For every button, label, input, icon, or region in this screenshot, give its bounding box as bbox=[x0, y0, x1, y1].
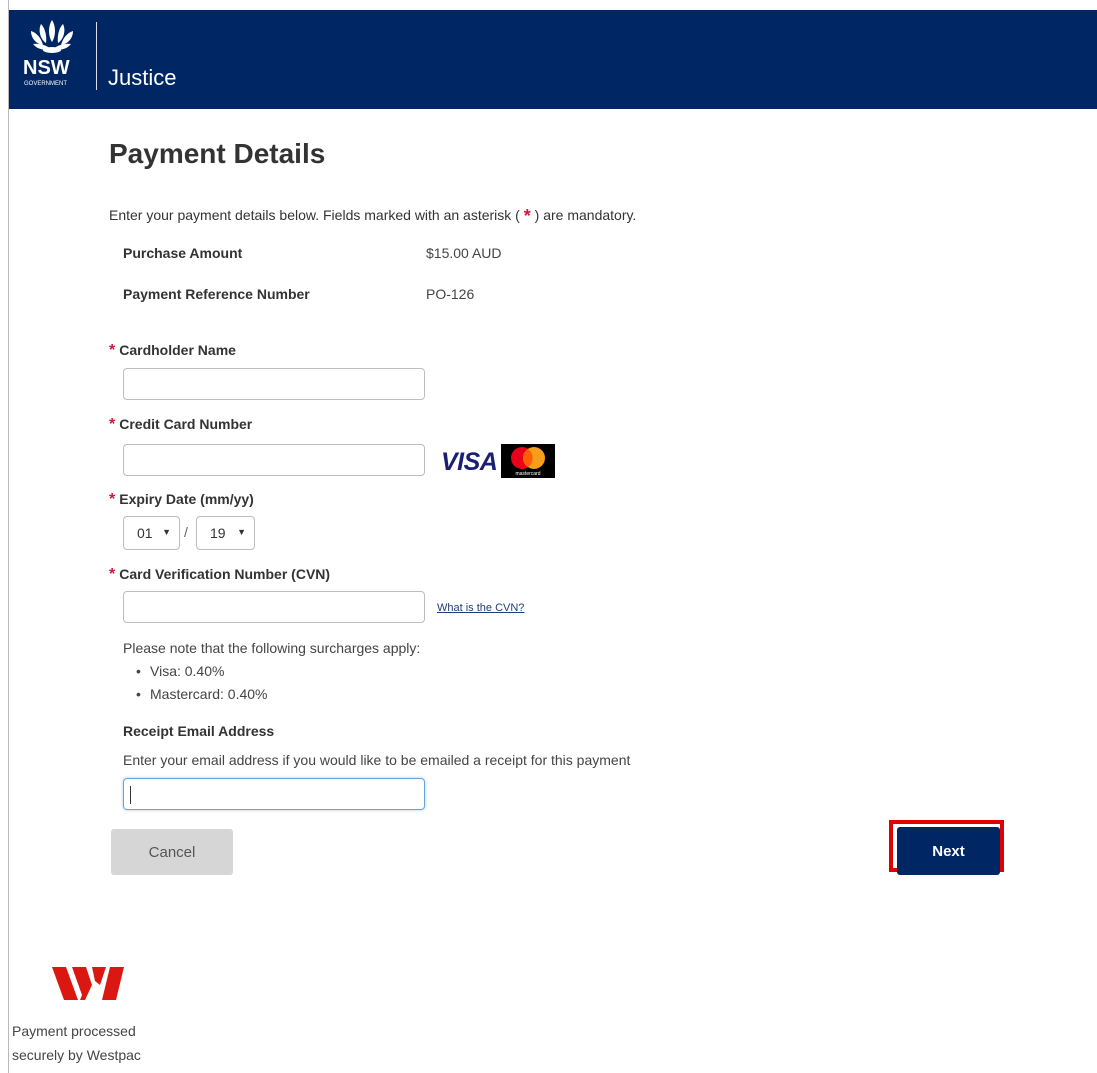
chevron-down-icon: ▼ bbox=[162, 527, 171, 537]
list-item: Visa: 0.40% bbox=[150, 663, 268, 686]
payment-reference-value: PO-126 bbox=[426, 286, 475, 302]
expiry-month-select[interactable]: 01 ▼ bbox=[123, 516, 180, 550]
westpac-logo bbox=[52, 967, 124, 1000]
cvn-input[interactable] bbox=[123, 591, 425, 623]
nsw-government-logo[interactable]: NSW GOVERNMENT bbox=[21, 14, 83, 106]
header-divider bbox=[96, 22, 97, 90]
required-asterisk: * bbox=[109, 491, 116, 508]
surcharge-note: Please note that the following surcharge… bbox=[123, 640, 421, 656]
cardholder-name-input[interactable] bbox=[123, 368, 425, 400]
cvn-label: * Card Verification Number (CVN) bbox=[109, 566, 330, 584]
required-asterisk: * bbox=[109, 566, 116, 583]
visa-logo: VISA bbox=[441, 448, 498, 476]
what-is-cvn-link[interactable]: What is the CVN? bbox=[437, 602, 524, 614]
card-number-label-text: Credit Card Number bbox=[119, 416, 253, 432]
nsw-logo-text: NSW bbox=[23, 57, 70, 79]
expiry-month-value: 01 bbox=[137, 525, 153, 541]
intro-text-end: ) are mandatory. bbox=[530, 207, 637, 223]
expiry-separator: / bbox=[184, 524, 188, 540]
cancel-button[interactable]: Cancel bbox=[111, 829, 233, 875]
cvn-label-text: Card Verification Number (CVN) bbox=[119, 566, 331, 582]
mastercard-logo: mastercard bbox=[501, 444, 555, 478]
site-header: NSW GOVERNMENT Justice bbox=[9, 10, 1097, 109]
receipt-email-label: Receipt Email Address bbox=[123, 723, 275, 739]
page-title: Payment Details bbox=[109, 138, 326, 169]
cardholder-name-label-text: Cardholder Name bbox=[119, 342, 236, 358]
surcharge-list: Visa: 0.40% Mastercard: 0.40% bbox=[150, 663, 268, 709]
receipt-email-input[interactable] bbox=[123, 778, 425, 810]
expiry-year-select[interactable]: 19 ▼ bbox=[196, 516, 255, 550]
required-asterisk: * bbox=[523, 206, 531, 226]
footer-line-1: Payment processed bbox=[12, 1023, 136, 1039]
purchase-amount-value: $15.00 AUD bbox=[426, 245, 502, 261]
text-cursor bbox=[130, 786, 131, 804]
footer-line-2: securely by Westpac bbox=[12, 1047, 141, 1063]
required-asterisk: * bbox=[109, 416, 116, 433]
cardholder-name-label: * Cardholder Name bbox=[109, 342, 236, 360]
intro-text: Enter your payment details below. Fields… bbox=[109, 206, 636, 227]
summary-row-payment-reference: Payment Reference Number PO-126 bbox=[123, 286, 474, 302]
list-item: Mastercard: 0.40% bbox=[150, 686, 268, 709]
chevron-down-icon: ▼ bbox=[237, 527, 246, 537]
intro-text-start: Enter your payment details below. Fields… bbox=[109, 207, 524, 223]
card-number-input[interactable] bbox=[123, 444, 425, 476]
required-asterisk: * bbox=[109, 342, 116, 359]
receipt-email-help: Enter your email address if you would li… bbox=[123, 752, 631, 768]
purchase-amount-label: Purchase Amount bbox=[123, 245, 243, 261]
mastercard-logo-text: mastercard bbox=[515, 471, 540, 477]
payment-reference-label: Payment Reference Number bbox=[123, 286, 310, 302]
accepted-cards: VISA mastercard bbox=[441, 444, 555, 478]
summary-row-purchase-amount: Purchase Amount $15.00 AUD bbox=[123, 245, 502, 261]
page-left-border bbox=[8, 0, 9, 1073]
header-title: Justice bbox=[108, 65, 177, 90]
government-logo-text: GOVERNMENT bbox=[24, 81, 67, 87]
next-button[interactable]: Next bbox=[897, 827, 1000, 875]
card-number-label: * Credit Card Number bbox=[109, 416, 252, 434]
expiry-year-value: 19 bbox=[210, 525, 226, 541]
expiry-date-label-text: Expiry Date (mm/yy) bbox=[119, 491, 254, 507]
expiry-date-label: * Expiry Date (mm/yy) bbox=[109, 491, 254, 509]
westpac-footer-text: Payment processed securely by Westpac bbox=[12, 1019, 172, 1067]
